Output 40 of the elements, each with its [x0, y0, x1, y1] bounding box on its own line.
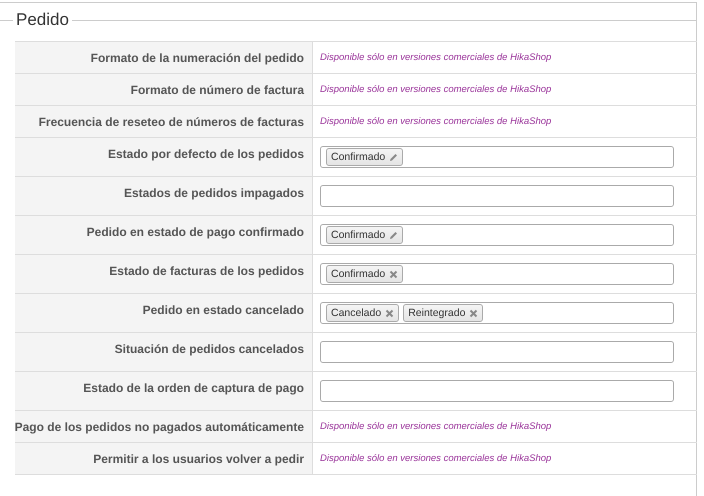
remove-icon[interactable]: [389, 270, 398, 278]
availability-note: Disponible sólo en versiones comerciales de HikaShop: [320, 84, 552, 95]
availability-note: Disponible sólo en versiones comerciales de HikaShop: [320, 421, 552, 432]
status-tag[interactable]: Confirmado: [326, 226, 404, 244]
tag-label: Reintegrado: [408, 307, 466, 319]
field-label: Formato de la numeración del pedido: [90, 51, 304, 67]
status-tag[interactable]: Cancelado: [326, 304, 400, 322]
field-label: Formato de número de factura: [130, 83, 304, 99]
field-label: Situación de pedidos cancelados: [114, 342, 304, 358]
tag-input-field[interactable]: Confirmado: [320, 263, 674, 285]
tag-label: Confirmado: [331, 268, 386, 280]
remove-icon[interactable]: [385, 308, 394, 318]
field-label: Estados de pedidos impagados: [124, 186, 304, 202]
tag-input-field[interactable]: [320, 380, 674, 402]
field-label: Permitir a los usuarios volver a pedir: [93, 452, 304, 468]
field-label: Pedido en estado cancelado: [142, 303, 304, 319]
field-label: Estado por defecto de los pedidos: [108, 147, 304, 163]
tag-input-field[interactable]: [320, 341, 674, 363]
pencil-icon[interactable]: [389, 152, 398, 162]
availability-note: Disponible sólo en versiones comerciales de HikaShop: [320, 453, 552, 464]
tag-label: Confirmado: [331, 229, 386, 241]
tag-input-field[interactable]: Confirmado: [320, 146, 674, 168]
status-tag[interactable]: Reintegrado: [403, 304, 484, 322]
section-title: Pedido: [15, 10, 70, 30]
availability-note: Disponible sólo en versiones comerciales de HikaShop: [320, 116, 552, 127]
tag-label: Confirmado: [331, 151, 386, 163]
field-label: Pedido en estado de pago confirmado: [86, 225, 304, 241]
field-label: Estado de la orden de captura de pago: [83, 381, 304, 397]
tag-input-field[interactable]: Confirmado: [320, 224, 674, 246]
tag-label: Cancelado: [331, 307, 382, 319]
tag-input-field[interactable]: [320, 185, 674, 207]
field-label: Frecuencia de reseteo de números de facturas: [38, 115, 304, 131]
field-label: Pago de los pedidos no pagados automáticamente: [14, 420, 304, 436]
remove-icon[interactable]: [469, 308, 478, 318]
pencil-icon[interactable]: [389, 230, 398, 240]
availability-note: Disponible sólo en versiones comerciales de HikaShop: [320, 52, 552, 63]
field-label: Estado de facturas de los pedidos: [109, 264, 304, 280]
status-tag[interactable]: Confirmado: [326, 265, 404, 283]
status-tag[interactable]: Confirmado: [326, 148, 404, 166]
tag-input-field[interactable]: Cancelado Reintegrado: [320, 302, 674, 324]
